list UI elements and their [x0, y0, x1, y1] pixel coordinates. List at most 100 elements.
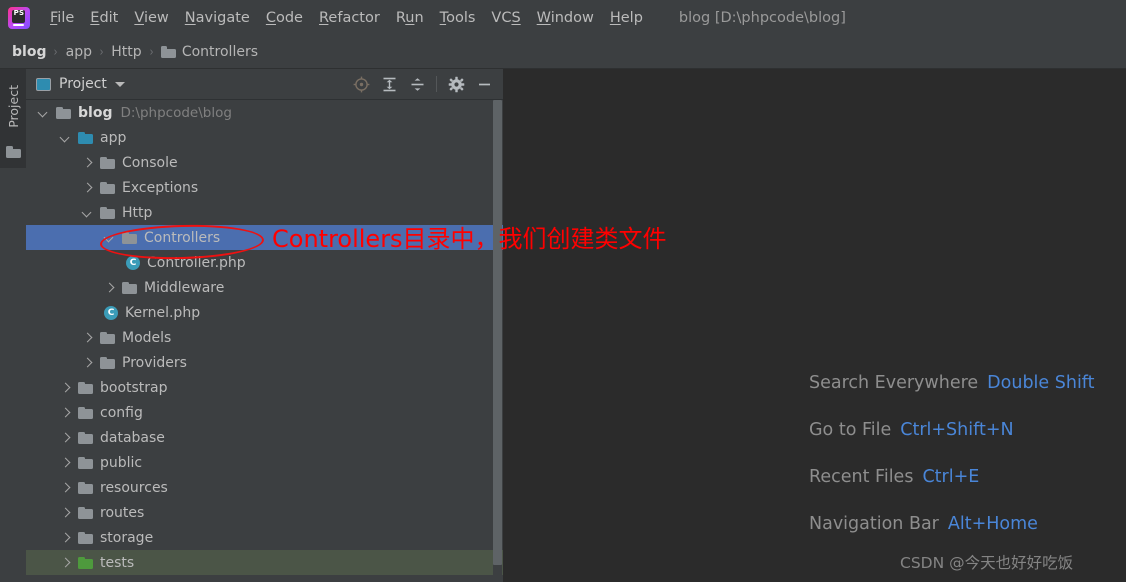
tree-row-label: bootstrap [100, 379, 168, 396]
chevron-right-icon[interactable] [60, 382, 71, 393]
tree-row-console[interactable]: Console [26, 150, 504, 175]
tree-row-exceptions[interactable]: Exceptions [26, 175, 504, 200]
chevron-right-icon[interactable] [60, 457, 71, 468]
folder-icon [100, 206, 115, 219]
scrollbar-thumb[interactable] [493, 100, 502, 565]
chevron-right-icon[interactable] [82, 357, 93, 368]
chevron-right-icon[interactable] [60, 407, 71, 418]
breadcrumb-item-app[interactable]: app [66, 44, 92, 60]
folder-icon [122, 281, 137, 294]
menu-item-help[interactable]: Help [602, 0, 651, 36]
tree-row-database[interactable]: database [26, 425, 504, 450]
project-tree-scrollbar[interactable] [493, 100, 502, 582]
locate-in-tree-icon[interactable] [347, 71, 375, 97]
window-title: blog [D:\phpcode\blog] [678, 10, 846, 26]
tree-row-storage[interactable]: storage [26, 525, 504, 550]
chevron-right-icon[interactable] [82, 157, 93, 168]
breadcrumb-item-controllers[interactable]: Controllers [182, 44, 258, 60]
tool-strip-lower-area [0, 168, 26, 582]
tree-row-app[interactable]: app [26, 125, 504, 150]
tree-row-tests[interactable]: tests [26, 550, 504, 575]
chevron-down-icon[interactable] [60, 132, 71, 143]
project-panel-title: Project [59, 76, 107, 92]
left-tool-window-strip: Project [0, 69, 27, 582]
tool-window-tab-project[interactable]: Project [2, 73, 24, 139]
tree-row-label: app [100, 129, 127, 146]
tree-row-config[interactable]: config [26, 400, 504, 425]
shortcut-label: Go to File [809, 419, 892, 440]
tree-row-label: storage [100, 529, 154, 546]
csdn-watermark: CSDN @今天也好好吃饭 [900, 554, 1074, 572]
menu-item-view[interactable]: View [126, 0, 176, 36]
tree-row-public[interactable]: public [26, 450, 504, 475]
settings-gear-icon[interactable] [442, 71, 470, 97]
tree-row-label: public [100, 454, 143, 471]
folder-icon [6, 143, 21, 162]
menu-item-vcs[interactable]: VCS [483, 0, 528, 36]
folder-icon [78, 406, 93, 419]
chevron-down-icon[interactable] [38, 107, 49, 118]
menu-item-tools[interactable]: Tools [432, 0, 484, 36]
folder-icon [100, 356, 115, 369]
chevron-right-icon[interactable] [60, 557, 71, 568]
tree-row-label: Providers [122, 354, 187, 371]
chevron-right-icon[interactable] [60, 532, 71, 543]
shortcut-key: Alt+Home [947, 513, 1038, 534]
tree-row-providers[interactable]: Providers [26, 350, 504, 375]
menu-item-window[interactable]: Window [529, 0, 602, 36]
breadcrumb-separator: › [54, 44, 59, 60]
shortcut-hints-list: Search Everywhere Double Shift Go to Fil… [809, 359, 1126, 547]
project-tree[interactable]: blog D:\phpcode\blog app Console Excepti… [26, 100, 504, 582]
tree-row-kernel-php[interactable]: C Kernel.php [26, 300, 504, 325]
breadcrumb-separator: › [99, 44, 104, 60]
tool-window-tab-label: Project [5, 84, 21, 128]
folder-icon [100, 331, 115, 344]
folder-icon [78, 456, 93, 469]
tree-row-models[interactable]: Models [26, 325, 504, 350]
shortcut-label: Navigation Bar [809, 513, 939, 534]
chevron-right-icon[interactable] [82, 182, 93, 193]
menu-item-navigate[interactable]: Navigate [177, 0, 258, 36]
expand-all-icon[interactable] [375, 71, 403, 97]
tree-row-bootstrap[interactable]: bootstrap [26, 375, 504, 400]
tree-row-resources[interactable]: resources [26, 475, 504, 500]
project-tool-window: Project blog D:\phpcode\blog app Console… [26, 69, 504, 582]
shortcut-key: Ctrl+Shift+N [900, 419, 1014, 440]
project-view-icon [36, 77, 51, 91]
folder-icon [78, 131, 93, 144]
breadcrumb-item-http[interactable]: Http [111, 44, 141, 60]
chevron-right-icon[interactable] [60, 507, 71, 518]
menu-item-refactor[interactable]: Refactor [311, 0, 388, 36]
tree-row-blog[interactable]: blog D:\phpcode\blog [26, 100, 504, 125]
menu-bar: PS File Edit View Navigate Code Refactor… [0, 0, 1126, 36]
folder-icon [56, 106, 71, 119]
chevron-right-icon[interactable] [104, 282, 115, 293]
folder-icon [160, 46, 176, 58]
menu-item-code[interactable]: Code [258, 0, 311, 36]
breadcrumb-separator: › [149, 44, 154, 60]
tree-row-middleware[interactable]: Middleware [26, 275, 504, 300]
folder-icon [78, 431, 93, 444]
chevron-right-icon[interactable] [60, 432, 71, 443]
folder-icon [100, 181, 115, 194]
menu-item-file[interactable]: File [42, 0, 82, 36]
shortcut-key: Ctrl+E [922, 466, 980, 487]
chevron-down-icon[interactable] [82, 207, 93, 218]
hide-minimize-icon[interactable] [470, 71, 498, 97]
chevron-right-icon[interactable] [60, 482, 71, 493]
chevron-right-icon[interactable] [82, 332, 93, 343]
collapse-all-icon[interactable] [403, 71, 431, 97]
folder-icon [100, 156, 115, 169]
folder-icon [78, 531, 93, 544]
breadcrumb-item-blog[interactable]: blog [12, 44, 46, 60]
editor-empty-area: Search Everywhere Double Shift Go to Fil… [505, 69, 1126, 582]
chevron-down-icon[interactable] [114, 81, 125, 87]
tree-row-routes[interactable]: routes [26, 500, 504, 525]
shortcut-row-navigation-bar: Navigation Bar Alt+Home [809, 500, 1126, 547]
toolbar-divider [436, 76, 437, 92]
tree-row-label: Exceptions [122, 179, 199, 196]
menu-item-edit[interactable]: Edit [82, 0, 126, 36]
menu-item-run[interactable]: Run [388, 0, 432, 36]
php-class-badge: C [129, 257, 137, 268]
tree-row-label: tests [100, 554, 135, 571]
